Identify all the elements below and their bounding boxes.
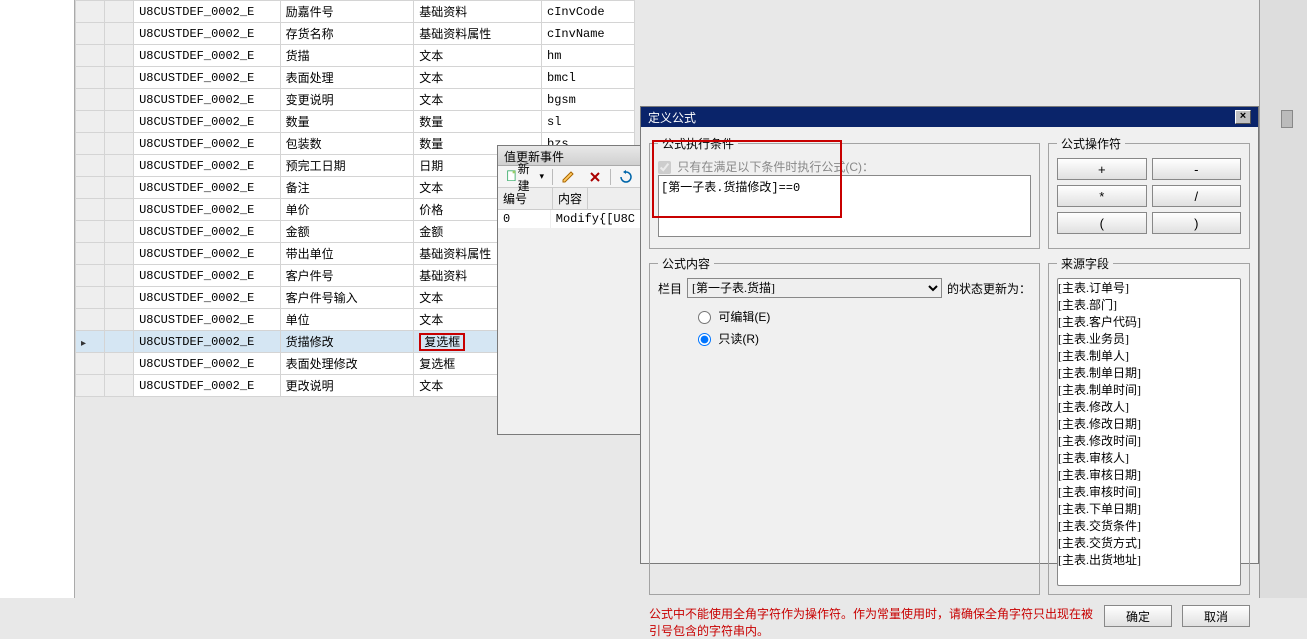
operators-fieldset: 公式操作符 +-*/() [1048,135,1250,249]
operator-button-([interactable]: ( [1057,212,1147,234]
condition-fieldset: 公式执行条件 只有在满足以下条件时执行公式(C)： [第一子表.货描修改]==0 [649,135,1040,249]
pencil-icon [561,170,575,184]
radio-editable[interactable] [698,311,711,324]
source-item[interactable]: [主表.制单日期] [1058,364,1240,381]
radio-readonly-label[interactable]: 只读(R) [698,330,1031,347]
content-fieldset: 公式内容 栏目 [第一子表.货描] 的状态更新为： 可编辑(E) 只读( [649,255,1040,595]
ok-button[interactable]: 确定 [1104,605,1172,627]
edit-button[interactable] [556,168,580,186]
refresh-icon [619,170,633,184]
table-row[interactable]: U8CUSTDEF_0002_E货描文本hm [76,45,635,67]
event-grid-row[interactable]: 0 Modify{[U8C [498,210,641,228]
operator-button--[interactable]: - [1152,158,1242,180]
operators-legend: 公式操作符 [1057,135,1125,152]
event-window: 值更新事件 新建 ▾ 编号 内容 0 [497,145,642,435]
event-col-content: 内容 [553,188,588,209]
event-grid-header: 编号 内容 [498,188,641,210]
source-item[interactable]: [主表.交货方式] [1058,534,1240,551]
source-item[interactable]: [主表.出货地址] [1058,551,1240,568]
table-row[interactable]: U8CUSTDEF_0002_E表面处理文本bmcl [76,67,635,89]
operator-button-+[interactable]: + [1057,158,1147,180]
table-row[interactable]: U8CUSTDEF_0002_E变更说明文本bgsm [76,89,635,111]
new-file-icon [506,170,518,184]
event-toolbar: 新建 ▾ [498,166,641,188]
source-item[interactable]: [主表.审核日期] [1058,466,1240,483]
formula-titlebar: 定义公式 × [641,107,1258,127]
table-row[interactable]: U8CUSTDEF_0002_E数量数量sl [76,111,635,133]
close-button[interactable]: × [1235,110,1251,124]
source-legend: 来源字段 [1057,255,1113,272]
radio-editable-label[interactable]: 可编辑(E) [698,308,1031,325]
cancel-button[interactable]: 取消 [1182,605,1250,627]
refresh-button[interactable] [614,168,638,186]
radio-readonly[interactable] [698,333,711,346]
delete-icon [588,170,602,184]
chevron-down-icon: ▾ [539,171,544,182]
tree-panel [0,0,75,598]
operator-button-)[interactable]: ) [1152,212,1242,234]
delete-button[interactable] [583,168,607,186]
source-item[interactable]: [主表.制单时间] [1058,381,1240,398]
right-gutter [1259,0,1307,598]
source-item[interactable]: [主表.修改日期] [1058,415,1240,432]
source-fieldset: 来源字段 [主表.订单号][主表.部门][主表.客户代码][主表.业务员][主表… [1048,255,1250,595]
source-item[interactable]: [主表.部门] [1058,296,1240,313]
content-legend: 公式内容 [658,255,714,272]
event-col-id: 编号 [498,188,553,209]
source-item[interactable]: [主表.审核人] [1058,449,1240,466]
source-item[interactable]: [主表.审核时间] [1058,483,1240,500]
table-row[interactable]: U8CUSTDEF_0002_E存货名称基础资料属性cInvName [76,23,635,45]
source-list[interactable]: [主表.订单号][主表.部门][主表.客户代码][主表.业务员][主表.制单人]… [1057,278,1241,586]
source-item[interactable]: [主表.业务员] [1058,330,1240,347]
condition-checkbox[interactable] [658,161,671,174]
source-item[interactable]: [主表.交货条件] [1058,517,1240,534]
operator-button-/[interactable]: / [1152,185,1242,207]
source-item[interactable]: [主表.制单人] [1058,347,1240,364]
status-label: 的状态更新为： [947,280,1031,297]
field-select[interactable]: [第一子表.货描] [687,278,942,298]
formula-window: 定义公式 × 公式执行条件 只有在满足以下条件时执行公式(C)： [第一子表.货… [640,106,1259,564]
operator-button-*[interactable]: * [1057,185,1147,207]
condition-textarea[interactable]: [第一子表.货描修改]==0 [658,175,1031,237]
condition-checkbox-label[interactable]: 只有在满足以下条件时执行公式(C)： [658,160,874,174]
source-item[interactable]: [主表.订单号] [1058,279,1240,296]
source-item[interactable]: [主表.修改时间] [1058,432,1240,449]
formula-title: 定义公式 [648,109,696,126]
table-row[interactable]: U8CUSTDEF_0002_E励嘉件号基础资料cInvCode [76,1,635,23]
condition-legend: 公式执行条件 [658,135,738,152]
source-item[interactable]: [主表.下单日期] [1058,500,1240,517]
field-label: 栏目 [658,280,682,297]
source-item[interactable]: [主表.修改人] [1058,398,1240,415]
source-item[interactable]: [主表.客户代码] [1058,313,1240,330]
warning-text: 公式中不能使用全角字符作为操作符。作为常量使用时，请确保全角字符只出现在被引号包… [649,605,1094,639]
